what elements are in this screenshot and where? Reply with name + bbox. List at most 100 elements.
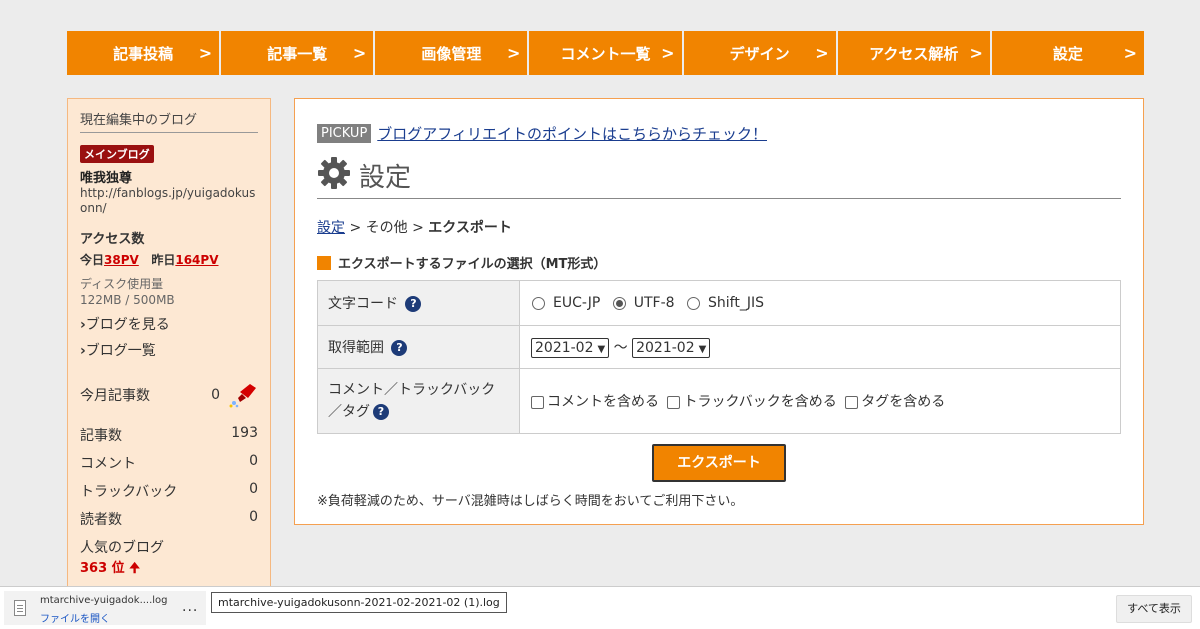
nav-settings[interactable]: 設定 > (991, 31, 1144, 75)
page-title: 設定 (317, 156, 1121, 199)
top-nav: 記事投稿 > 記事一覧 > 画像管理 > コメント一覧 > デザイン > アクセス解析 > … (67, 31, 1144, 75)
main-blog-badge: メインブログ (80, 145, 154, 163)
radio-circle-selected (612, 296, 626, 310)
stat-total-posts: 記事数 193 (80, 425, 258, 445)
sidebar-heading: 現在編集中のブログ (80, 109, 258, 133)
view-blog-label: ブログを見る (85, 317, 170, 333)
export-button[interactable]: エクスポート (652, 444, 786, 482)
include-label-line2: ／タグ (328, 404, 370, 420)
stat-label: トラックバック (80, 484, 178, 500)
checkbox-include-tags[interactable]: タグを含める (845, 391, 945, 411)
download-file-name: mtarchive-yuigadok....log (40, 595, 168, 606)
popular-rank: 363 位 🠉 (80, 557, 258, 581)
help-icon[interactable]: ? (405, 296, 422, 312)
stat-value: 0 (249, 509, 258, 525)
stat-monthly-posts: 今月記事数 0 (80, 382, 258, 408)
range-fields: 2021-02 ▼ ～ 2021-02 ▼ (519, 325, 1121, 369)
nav-post-list[interactable]: 記事一覧 > (221, 31, 374, 75)
main-panel: PICKUP ブログアフィリエイトのポイントはこちらからチェック！ 設定 設定 … (294, 98, 1144, 525)
show-all-button[interactable]: すべて表示 (1116, 595, 1192, 623)
disk-usage: ディスク使用量 122MB / 500MB (80, 276, 258, 308)
sidebar: 現在編集中のブログ メインブログ 唯我独尊 http://fanblogs.jp… (67, 98, 271, 598)
range-separator: ～ (613, 339, 628, 356)
checkbox-box (667, 395, 681, 409)
range-label: 取得範囲 (328, 340, 384, 356)
page-title-text: 設定 (359, 162, 412, 193)
breadcrumb-sep: > (407, 220, 429, 236)
nav-label: 画像管理 (421, 44, 482, 63)
nav-label: コメント一覧 (560, 44, 651, 63)
nav-comments[interactable]: コメント一覧 > (529, 31, 682, 75)
nav-design[interactable]: デザイン > (683, 31, 836, 75)
chevron-right-icon: > (352, 43, 367, 63)
pickup-link[interactable]: ブログアフィリエイトのポイントはこちらからチェック！ (377, 123, 767, 144)
today-label: 今日 (80, 253, 105, 267)
form-row-charset: 文字コード ? EUC-JP UTF-8 Shift_JIS (317, 280, 1121, 326)
disk-label: ディスク使用量 (80, 277, 164, 291)
chevron-right-icon: > (198, 43, 213, 63)
radio-euc-jp[interactable]: EUC-JP (532, 295, 600, 311)
file-icon (14, 600, 26, 616)
breadcrumb: 設定 > その他 > エクスポート (317, 217, 1121, 237)
breadcrumb-sep: > (345, 220, 366, 236)
chevron-right-icon: > (507, 43, 521, 63)
chevron-right-icon: > (815, 43, 829, 63)
gear-icon (317, 156, 351, 194)
chevron-down-icon: ▼ (597, 343, 606, 355)
today-pv-link[interactable]: 38PV (104, 253, 139, 267)
checkbox-include-trackbacks[interactable]: トラックバックを含める (667, 391, 837, 411)
breadcrumb-other: その他 (365, 220, 408, 236)
download-item[interactable]: mtarchive-yuigadok....log ファイルを開く ... (4, 591, 206, 625)
stat-value: 0 (249, 453, 258, 469)
breadcrumb-current: エクスポート (428, 220, 512, 236)
open-file-link[interactable]: ファイルを開く (40, 610, 110, 625)
charset-label: 文字コード (328, 296, 398, 312)
radio-label: EUC-JP (553, 295, 601, 311)
chevron-right-icon: > (1123, 43, 1137, 63)
help-icon[interactable]: ? (373, 404, 389, 420)
disk-value: 122MB / 500MB (80, 293, 175, 307)
checkbox-box (531, 395, 544, 409)
stat-label: 今月記事数 (80, 388, 150, 404)
include-options: コメントを含める トラックバックを含める タグを含める (519, 368, 1121, 434)
stat-trackbacks: トラックバック 0 (80, 481, 258, 501)
stat-value: 193 (231, 425, 258, 441)
stat-value: 0 (211, 387, 220, 403)
rocket-icon (228, 382, 258, 408)
charset-options: EUC-JP UTF-8 Shift_JIS (519, 280, 1121, 326)
select-value: 2021-02 (535, 339, 594, 356)
yesterday-pv-link[interactable]: 164PV (175, 253, 218, 267)
chevron-right-icon: > (661, 43, 675, 63)
section-title: エクスポートするファイルの選択（MT形式） (317, 253, 1121, 272)
chevron-down-icon: ▼ (698, 343, 707, 355)
radio-circle (687, 296, 700, 310)
blog-list-label: ブログ一覧 (85, 343, 156, 359)
chevron-right-icon: > (969, 43, 983, 63)
radio-shift-jis[interactable]: Shift_JIS (687, 295, 764, 311)
stat-comments: コメント 0 (80, 453, 258, 473)
nav-post[interactable]: 記事投稿 > (67, 31, 220, 75)
blog-list-link[interactable]: ›ブログ一覧 (80, 340, 258, 360)
more-options-icon[interactable]: ... (182, 599, 198, 615)
form-row-include: コメント／トラックバック ／タグ? コメントを含める トラックバックを含める タ… (317, 368, 1121, 434)
view-blog-link[interactable]: ›ブログを見る (80, 314, 258, 334)
help-icon[interactable]: ? (391, 340, 408, 356)
range-to-select[interactable]: 2021-02 ▼ (632, 337, 711, 358)
select-value: 2021-02 (636, 339, 695, 356)
popular-blog-label: 人気のブログ (80, 540, 164, 556)
checkbox-include-comments[interactable]: コメントを含める (531, 391, 659, 411)
radio-label: UTF-8 (633, 295, 675, 311)
breadcrumb-settings-link[interactable]: 設定 (317, 220, 345, 236)
access-counts: 今日38PV 昨日164PV (80, 251, 258, 268)
radio-utf-8[interactable]: UTF-8 (612, 295, 675, 311)
download-bar: mtarchive-yuigadok....log ファイルを開く ... mt… (0, 586, 1200, 629)
checkbox-label: タグを含める (861, 394, 946, 410)
nav-label: アクセス解析 (869, 44, 959, 63)
nav-analytics[interactable]: アクセス解析 > (837, 31, 990, 75)
stat-value: 0 (249, 481, 258, 497)
load-note: ※負荷軽減のため、サーバ混雑時はしばらく時間をおいてご利用下さい。 (317, 494, 744, 509)
nav-images[interactable]: 画像管理 > (375, 31, 528, 75)
range-from-select[interactable]: 2021-02 ▼ (531, 337, 610, 358)
radio-circle (532, 296, 545, 310)
radio-label: Shift_JIS (708, 295, 764, 311)
